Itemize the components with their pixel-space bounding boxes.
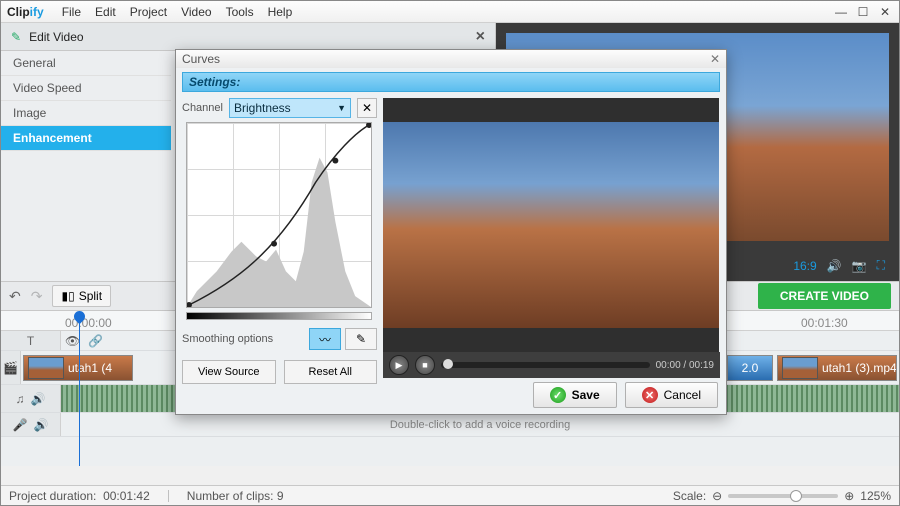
menu-video[interactable]: Video — [181, 5, 211, 19]
edit-panel-title: Edit Video — [29, 30, 84, 44]
visibility-icon[interactable]: 👁 — [65, 334, 80, 348]
view-source-button[interactable]: View Source — [182, 360, 276, 384]
channel-reset-icon[interactable]: ✕ — [357, 98, 377, 118]
fullscreen-icon[interactable]: ⛶ — [877, 258, 885, 273]
clip-1[interactable]: utah1 (4 — [23, 355, 133, 381]
zoom-out-icon[interactable]: ⊖ — [712, 489, 722, 503]
track-video-header: 🎬 — [1, 351, 21, 384]
dialog-preview — [383, 98, 719, 352]
tab-general[interactable]: General — [1, 51, 171, 76]
menu-edit[interactable]: Edit — [95, 5, 116, 19]
reset-all-button[interactable]: Reset All — [284, 360, 378, 384]
aspect-ratio[interactable]: 16:9 — [793, 259, 816, 273]
channel-label: Channel — [182, 102, 223, 114]
smoothing-label: Smoothing options — [182, 333, 273, 345]
zoom-slider[interactable] — [728, 494, 838, 498]
stop-icon[interactable]: ■ — [415, 355, 435, 375]
zoom-in-icon[interactable]: ⊕ — [844, 489, 854, 503]
tab-video-speed[interactable]: Video Speed — [1, 76, 171, 101]
maximize-icon[interactable]: ☐ — [855, 5, 871, 19]
track-voice-header: 🎤 🔊 — [1, 413, 61, 436]
cancel-icon: ✕ — [642, 387, 658, 403]
link-icon[interactable]: 🔗 — [88, 334, 103, 348]
dialog-title: Curves — [182, 52, 220, 66]
tab-image[interactable]: Image — [1, 101, 171, 126]
status-duration: Project duration: 00:01:42 — [9, 489, 150, 503]
volume-icon[interactable]: 🔊 — [827, 259, 842, 273]
track-text-header: T — [1, 331, 61, 350]
save-button[interactable]: ✓Save — [533, 382, 617, 408]
close-icon[interactable]: ✕ — [877, 5, 893, 19]
smooth-linear-icon[interactable]: ✎ — [345, 328, 377, 350]
curves-graph[interactable] — [186, 122, 372, 308]
seek-slider[interactable] — [441, 362, 650, 368]
cancel-button[interactable]: ✕Cancel — [625, 382, 718, 408]
timecode: 00:00 / 00:19 — [656, 360, 714, 371]
menu-tools[interactable]: Tools — [226, 5, 254, 19]
edit-icon: ✎ — [11, 30, 21, 44]
smooth-curve-icon[interactable]: 〰 — [309, 328, 341, 350]
gradient-bar — [186, 312, 372, 320]
create-video-button[interactable]: CREATE VIDEO — [758, 283, 891, 309]
menu-project[interactable]: Project — [130, 5, 167, 19]
check-icon: ✓ — [550, 387, 566, 403]
zoom-value: 125% — [860, 489, 891, 503]
playhead[interactable] — [79, 311, 80, 466]
clip-2[interactable]: 2.0 — [727, 355, 773, 381]
redo-icon[interactable]: ↷ — [31, 288, 43, 305]
settings-header: Settings: — [182, 72, 720, 92]
play-icon[interactable]: ▶ — [389, 355, 409, 375]
app-logo: Clipify — [7, 4, 44, 19]
track-music-header: ♫ 🔊 — [1, 385, 61, 412]
curves-dialog: Curves ✕ Settings: Channel Brightness▼ ✕ — [175, 49, 727, 415]
undo-icon[interactable]: ↶ — [9, 288, 21, 305]
split-button[interactable]: ▮▯Split — [52, 285, 111, 307]
channel-select[interactable]: Brightness▼ — [229, 98, 351, 118]
close-panel-icon[interactable]: × — [476, 28, 485, 46]
status-clips: Number of clips: 9 — [187, 489, 284, 503]
clip-3[interactable]: utah1 (3).mp4 — [777, 355, 897, 381]
dialog-close-icon[interactable]: ✕ — [710, 52, 720, 66]
menu-help[interactable]: Help — [268, 5, 293, 19]
voice-track-hint[interactable]: Double-click to add a voice recording — [61, 419, 899, 431]
minimize-icon[interactable]: — — [833, 5, 849, 19]
menu-file[interactable]: File — [62, 5, 81, 19]
tab-enhancement[interactable]: Enhancement — [1, 126, 171, 151]
menubar: File Edit Project Video Tools Help — [62, 5, 293, 19]
snapshot-icon[interactable]: 📷 — [852, 259, 867, 273]
